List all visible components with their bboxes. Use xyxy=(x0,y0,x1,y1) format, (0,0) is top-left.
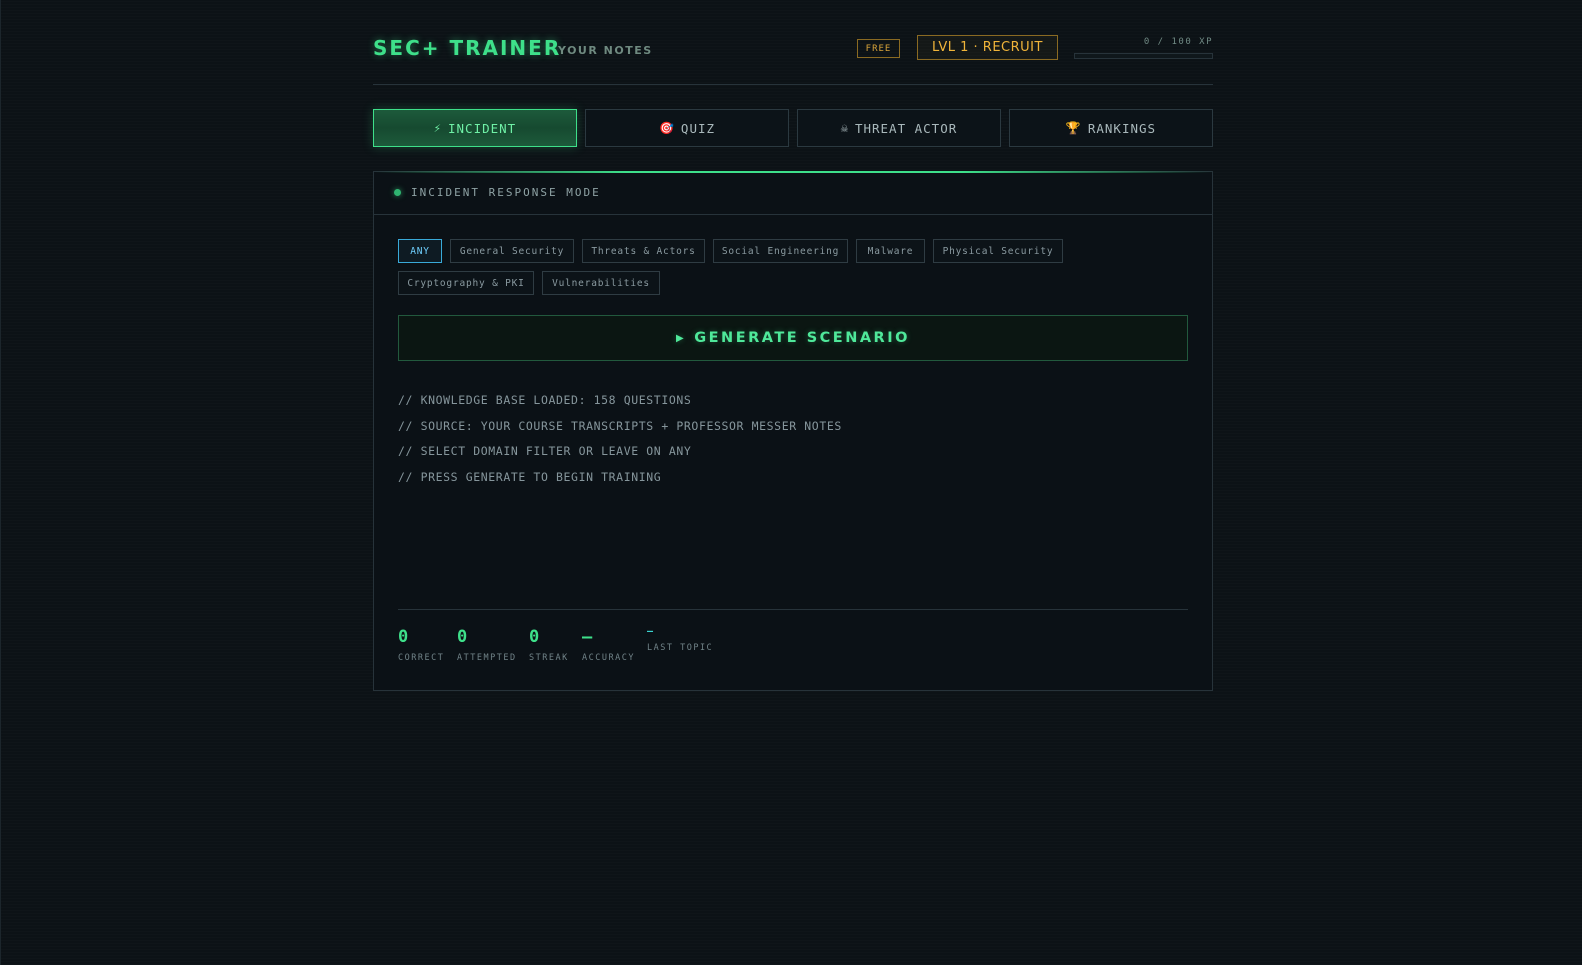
target-icon: 🎯 xyxy=(658,121,675,135)
stat-attempted: 0 ATTEMPTED xyxy=(457,627,517,663)
tab-rankings[interactable]: 🏆 RANKINGS xyxy=(1009,109,1213,147)
stats-row: 0 CORRECT 0 ATTEMPTED 0 STREAK — ACCURAC… xyxy=(398,627,998,667)
domain-chip-threats-actors[interactable]: Threats & Actors xyxy=(582,239,705,263)
log-line: // PRESS GENERATE TO BEGIN TRAINING xyxy=(398,469,662,484)
stat-label: LAST TOPIC xyxy=(647,643,714,653)
skull-icon: ☠ xyxy=(840,121,849,135)
domain-chip-general-security[interactable]: General Security xyxy=(450,239,574,263)
stat-last-topic: — LAST TOPIC xyxy=(647,626,714,654)
panel-title: INCIDENT RESPONSE MODE xyxy=(411,186,601,199)
xp-label: 0 / 100 XP xyxy=(1143,37,1213,47)
stat-label: STREAK xyxy=(529,653,569,663)
generate-scenario-button[interactable]: ▶ GENERATE SCENARIO xyxy=(398,315,1188,361)
status-dot-icon xyxy=(394,189,401,196)
tab-incident[interactable]: ⚡ INCIDENT xyxy=(373,109,577,147)
tab-label: INCIDENT xyxy=(448,120,517,136)
plan-badge: FREE xyxy=(857,39,900,58)
stat-value: 0 xyxy=(457,627,468,647)
domain-chip-cryptography-pki[interactable]: Cryptography & PKI xyxy=(398,271,534,295)
brand-subtitle: YOUR NOTES xyxy=(558,44,653,57)
domain-chip-physical-security[interactable]: Physical Security xyxy=(933,239,1063,263)
stat-correct: 0 CORRECT xyxy=(398,627,444,663)
incident-panel: INCIDENT RESPONSE MODE ANY General Secur… xyxy=(373,171,1214,691)
app-root: SEC+ TRAINER YOUR NOTES FREE LVL 1 · REC… xyxy=(373,0,1214,691)
stat-value: — xyxy=(582,627,593,647)
stat-value: 0 xyxy=(398,627,409,647)
log-line: // KNOWLEDGE BASE LOADED: 158 QUESTIONS xyxy=(398,393,692,407)
stat-label: ATTEMPTED xyxy=(457,653,517,663)
stat-label: CORRECT xyxy=(398,653,445,663)
stat-value: 0 xyxy=(529,627,540,647)
brand-title: SEC+ TRAINER xyxy=(373,36,562,60)
lightning-icon: ⚡ xyxy=(433,121,442,135)
tab-label: QUIZ xyxy=(680,120,716,136)
tab-threat-actor[interactable]: ☠ THREAT ACTOR xyxy=(797,109,1001,147)
stat-accuracy: — ACCURACY xyxy=(582,627,635,663)
stat-label: ACCURACY xyxy=(582,653,635,663)
header: SEC+ TRAINER YOUR NOTES FREE LVL 1 · REC… xyxy=(373,0,1213,85)
mode-tabs: ⚡ INCIDENT 🎯 QUIZ ☠ THREAT ACTOR 🏆 RANKI… xyxy=(373,109,1213,147)
domain-chip-social-engineering[interactable]: Social Engineering xyxy=(713,239,848,263)
xp-progress-bar xyxy=(1074,53,1213,59)
domain-chip-malware[interactable]: Malware xyxy=(856,239,925,263)
level-badge: LVL 1 · RECRUIT xyxy=(917,35,1058,60)
domain-chip-any[interactable]: ANY xyxy=(398,239,442,263)
stat-streak: 0 STREAK xyxy=(529,627,569,663)
play-icon: ▶ xyxy=(676,332,687,344)
panel-header: INCIDENT RESPONSE MODE xyxy=(374,172,1212,215)
stat-value: — xyxy=(647,626,654,637)
domain-chip-vulnerabilities[interactable]: Vulnerabilities xyxy=(542,271,660,295)
trophy-icon: 🏆 xyxy=(1065,121,1082,135)
generate-label: GENERATE SCENARIO xyxy=(694,330,910,346)
stats-divider xyxy=(398,609,1188,610)
log-line: // SOURCE: YOUR COURSE TRANSCRIPTS + PRO… xyxy=(398,418,842,433)
tab-quiz[interactable]: 🎯 QUIZ xyxy=(585,109,789,147)
tab-label: RANKINGS xyxy=(1087,120,1157,136)
tab-label: THREAT ACTOR xyxy=(854,120,958,136)
console-log: // KNOWLEDGE BASE LOADED: 158 QUESTIONS … xyxy=(398,388,842,490)
log-line: // SELECT DOMAIN FILTER OR LEAVE ON ANY xyxy=(398,444,692,458)
